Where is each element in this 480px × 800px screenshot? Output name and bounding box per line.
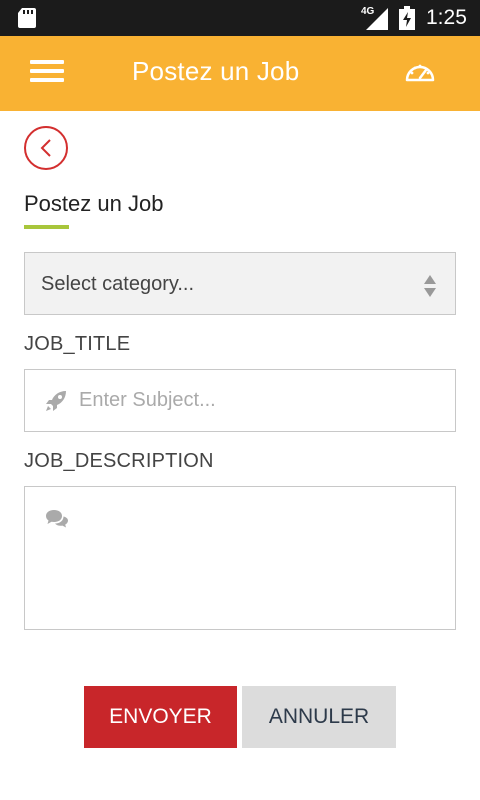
- job-description-field: [24, 486, 456, 630]
- signal-icon: [366, 8, 388, 30]
- dashboard-gauge-icon[interactable]: [404, 58, 436, 86]
- job-description-label: JOB_DESCRIPTION: [24, 450, 214, 472]
- clock: 1:25: [426, 6, 467, 29]
- menu-icon[interactable]: [30, 60, 66, 86]
- job-title-label: JOB_TITLE: [24, 333, 131, 355]
- back-button[interactable]: [24, 126, 68, 170]
- sd-card-icon: [18, 8, 36, 28]
- job-title-field: [24, 369, 456, 432]
- select-arrows-icon: [424, 275, 436, 297]
- job-description-input[interactable]: [79, 501, 449, 621]
- category-select[interactable]: Select category...: [24, 252, 456, 315]
- app-title: Postez un Job: [132, 56, 300, 86]
- chevron-left-icon: [40, 139, 51, 157]
- page-heading: Postez un Job: [24, 191, 164, 216]
- rocket-icon: [46, 391, 66, 411]
- job-title-input[interactable]: [79, 370, 449, 431]
- battery-charging-icon: [399, 6, 415, 30]
- category-select-value: Select category...: [41, 273, 195, 295]
- status-bar: 4G 1:25: [0, 0, 480, 36]
- comments-icon: [46, 510, 68, 528]
- cancel-button[interactable]: ANNULER: [242, 686, 396, 748]
- submit-button[interactable]: ENVOYER: [84, 686, 237, 748]
- app-bar: Postez un Job: [0, 36, 480, 111]
- heading-underline: [24, 225, 69, 229]
